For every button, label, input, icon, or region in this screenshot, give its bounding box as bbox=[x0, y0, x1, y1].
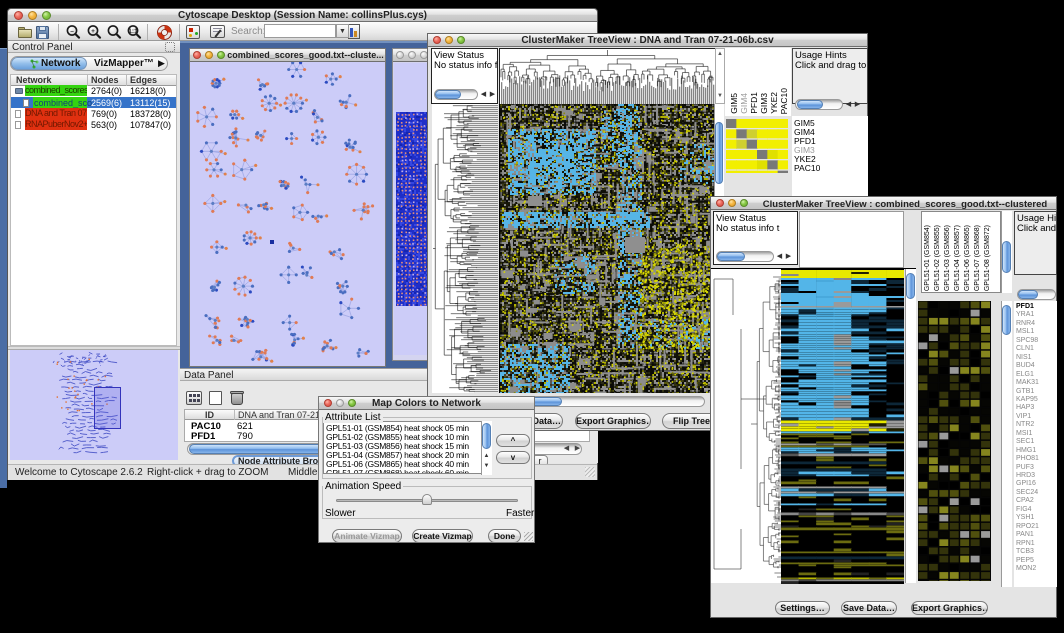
svg-text:–: – bbox=[70, 28, 74, 35]
svg-text:+: + bbox=[91, 28, 95, 35]
svg-text:1:1: 1:1 bbox=[128, 28, 138, 35]
